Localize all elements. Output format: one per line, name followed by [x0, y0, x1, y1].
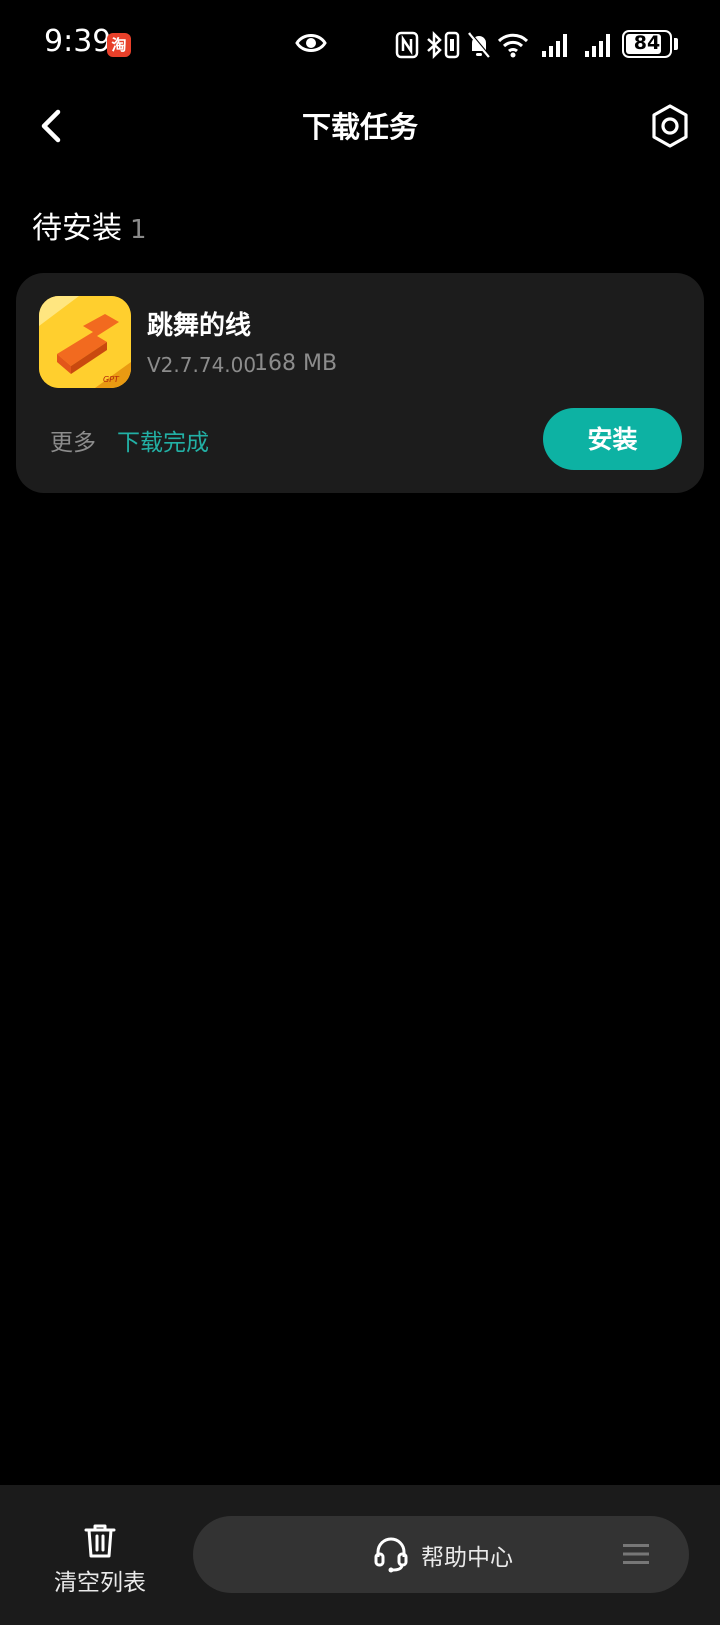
download-tasks-page: 9:39 淘 84 下载任务 待安装 1 GPT 跳舞的线 V2.7.74.00… [0, 0, 720, 1625]
app-name: 跳舞的线 [147, 311, 252, 341]
page-title: 下载任务 [301, 110, 418, 144]
mute-bell-icon [468, 32, 492, 58]
nfc-icon [395, 31, 419, 59]
more-button[interactable]: 更多 [50, 423, 96, 457]
clear-list-label: 清空列表 [54, 1570, 146, 1596]
trash-icon [84, 1524, 116, 1558]
header: 下载任务 [0, 90, 720, 164]
help-center-label: 帮助中心 [421, 1545, 513, 1571]
install-button[interactable]: 安装 [543, 408, 682, 470]
battery-tip [674, 38, 678, 50]
headset-icon [374, 1537, 408, 1573]
battery-icon: 84 [622, 30, 672, 58]
bluetooth-icon [427, 30, 442, 60]
bottom-bar: 清空列表 帮助中心 [0, 1485, 720, 1625]
status-time: 9:39 [44, 24, 112, 59]
help-center-button[interactable]: 帮助中心 [193, 1516, 689, 1593]
section-title-pending-install: 待安装 1 [32, 203, 147, 247]
menu-icon[interactable] [623, 1542, 649, 1566]
eye-icon [295, 34, 327, 52]
dancing-line-logo-icon: GPT [39, 296, 131, 388]
signal-icon [542, 34, 567, 57]
status-bar: 9:39 淘 84 [0, 0, 720, 90]
clear-list-button[interactable]: 清空列表 [40, 1521, 160, 1611]
taobao-icon: 淘 [107, 33, 131, 57]
section-title: 待安装 [32, 211, 122, 246]
download-status: 下载完成 [117, 430, 209, 456]
signal-icon [585, 34, 610, 57]
svg-text:GPT: GPT [103, 375, 120, 384]
vibrate-icon [444, 31, 460, 59]
app-size: 168 MB [254, 351, 338, 376]
download-item-card: GPT 跳舞的线 V2.7.74.00 168 MB 更多 下载完成 安装 [16, 273, 704, 493]
app-icon: GPT [39, 296, 131, 388]
app-version: V2.7.74.00 [147, 353, 257, 377]
settings-hexagon-icon[interactable] [648, 102, 692, 150]
battery-level: 84 [633, 32, 661, 54]
section-count: 1 [130, 215, 147, 245]
wifi-icon [497, 33, 529, 58]
